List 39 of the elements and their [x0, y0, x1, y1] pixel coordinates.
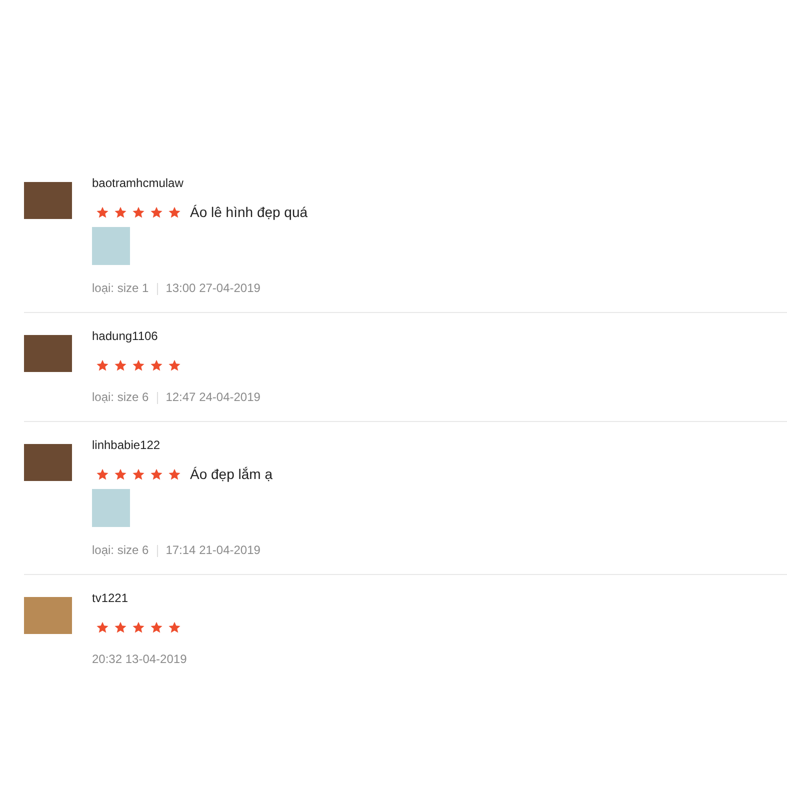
star-icon	[168, 620, 181, 634]
review-time: 17:14 21-04-2019	[166, 543, 260, 558]
star-icon	[168, 206, 181, 218]
username: linhbabie122	[92, 438, 162, 453]
avatar-photo-placeholder	[24, 335, 72, 372]
star-icon	[132, 468, 145, 480]
star-icon	[114, 206, 127, 218]
username: baotramhcmulaw	[92, 176, 184, 191]
review-time: 13:00 27-04-2019	[166, 281, 260, 296]
star-icon	[168, 468, 181, 480]
star-icon	[150, 620, 163, 634]
star-icon	[96, 468, 109, 480]
review-photo-placeholder[interactable]	[92, 227, 130, 265]
star-icon	[96, 358, 109, 372]
review-comment: Áo lê hình đẹp quá	[190, 204, 308, 220]
product-variant: loại: size 1	[92, 281, 149, 296]
review-time: 20:32 13-04-2019	[92, 652, 187, 667]
star-icon	[150, 206, 163, 218]
star-icon	[96, 206, 109, 218]
product-variant: loại: size 6	[92, 543, 149, 558]
avatar-photo-placeholder	[24, 182, 72, 219]
star-icon	[114, 620, 127, 634]
avatar-photo-placeholder	[24, 597, 72, 634]
review-time: 12:47 24-04-2019	[166, 390, 260, 405]
product-variant: loại: size 6	[92, 390, 149, 405]
star-icon	[150, 468, 163, 480]
username: hadung1106	[92, 329, 159, 344]
star-icon	[150, 358, 163, 372]
star-icon	[132, 620, 145, 634]
star-icon	[114, 358, 127, 372]
star-icon	[132, 206, 145, 218]
username: tv1221	[92, 591, 130, 606]
star-icon	[168, 358, 181, 372]
review-photo-placeholder[interactable]	[92, 489, 130, 527]
star-icon	[96, 620, 109, 634]
star-icon	[114, 468, 127, 480]
star-icon	[132, 358, 145, 372]
avatar-photo-placeholder	[24, 444, 72, 481]
review-comment: Áo đẹp lắm ạ	[190, 466, 272, 482]
